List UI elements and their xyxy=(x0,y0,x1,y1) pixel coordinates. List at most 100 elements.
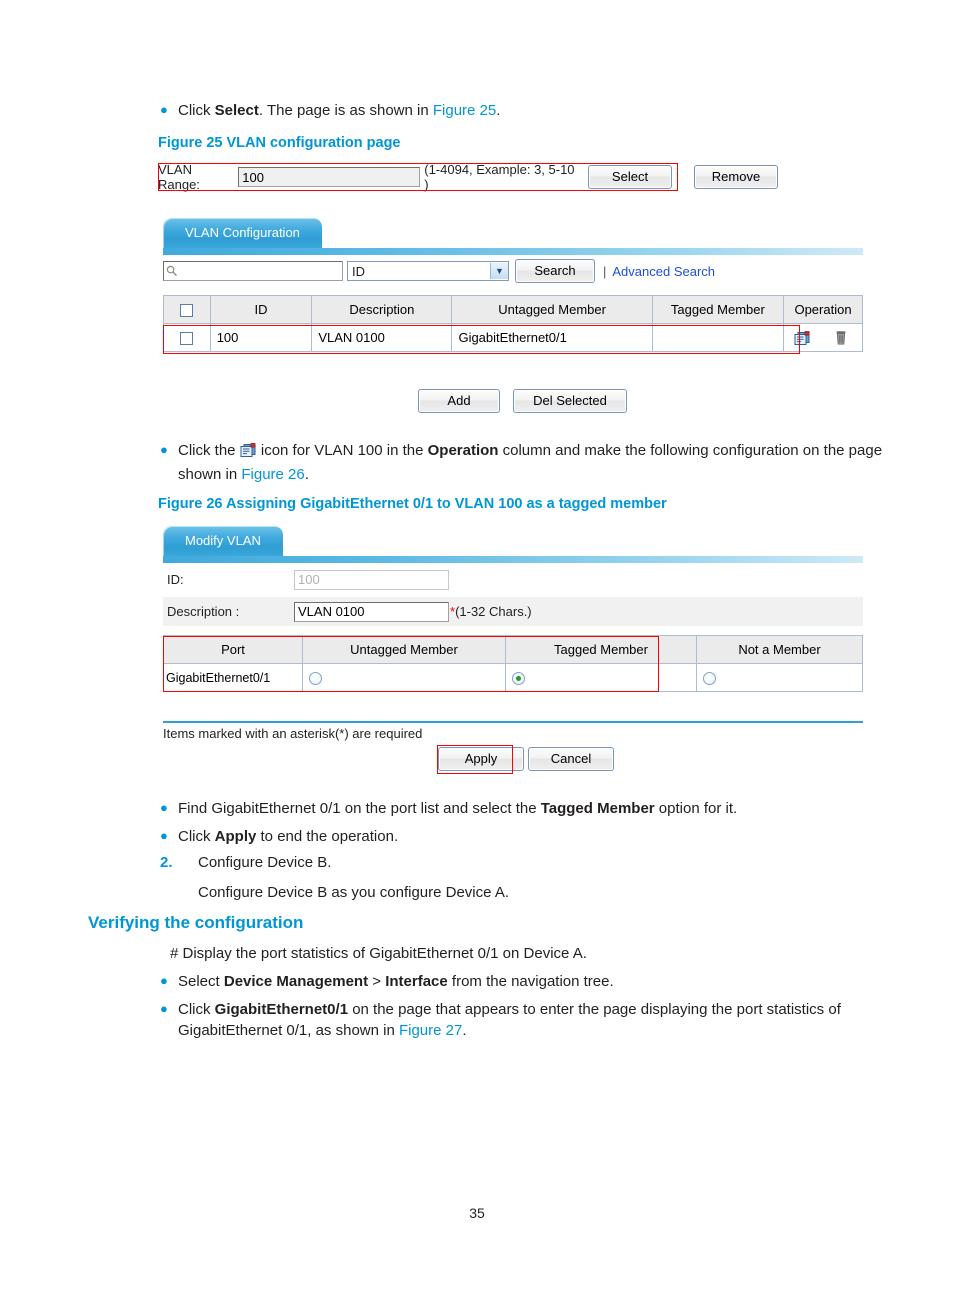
text-mid: > xyxy=(368,973,386,990)
section-heading-verifying: Verifying the configuration xyxy=(88,913,304,932)
bullet-text: Click the icon for VLAN 100 in the Opera… xyxy=(178,440,896,485)
del-selected-button[interactable]: Del Selected xyxy=(513,389,627,413)
vlan-range-label: VLAN Range: xyxy=(158,162,200,192)
vlan-table: ID Description Untagged Member Tagged Me… xyxy=(163,295,863,352)
edit-vlan-icon[interactable] xyxy=(784,330,820,346)
select-button[interactable]: Select xyxy=(588,165,672,189)
header-tagged-member: Tagged Member xyxy=(651,295,785,324)
search-input[interactable] xyxy=(163,261,343,281)
figure-25-caption: Figure 25 VLAN configuration page xyxy=(158,135,401,151)
figure-26-link[interactable]: Figure 26 xyxy=(241,466,304,483)
search-button[interactable]: Search xyxy=(515,259,595,283)
apply-button[interactable]: Apply xyxy=(438,747,524,771)
bullet-text: Click Select. The page is as shown in Fi… xyxy=(178,100,500,121)
step-text: Configure Device B. xyxy=(198,854,332,871)
text-bold: Select xyxy=(214,102,259,119)
bullet-click-select: ● Click Select. The page is as shown in … xyxy=(140,100,900,121)
radio-not-a-member[interactable] xyxy=(703,672,716,686)
port-table-header-row: Port Untagged Member Tagged Member Not a… xyxy=(163,635,863,664)
text-mid-1: icon for VLAN 100 in the xyxy=(256,442,428,459)
step-text: Find GigabitEthernet 0/1 on the port lis… xyxy=(178,798,737,819)
bullet-marker: ● xyxy=(160,1001,168,1016)
vlan-range-bar: VLAN Range: (1-4094, Example: 3, 5-10 ) … xyxy=(158,161,778,193)
header-operation: Operation xyxy=(783,295,863,324)
search-row: ID ▼ Search | Advanced Search xyxy=(163,258,863,284)
header-description: Description xyxy=(311,295,453,324)
step-click-apply: ● Click Apply to end the operation. xyxy=(140,826,900,847)
radio-untagged-member[interactable] xyxy=(309,672,322,686)
select-all-checkbox[interactable] xyxy=(180,304,194,318)
text-before: Click the xyxy=(178,442,240,459)
vlan-table-actions: Add Del Selected xyxy=(418,389,627,413)
text-before: Select xyxy=(178,973,224,990)
verify-bullet-click-port: ● Click GigabitEthernet0/1 on the page t… xyxy=(140,999,900,1041)
figure-26-caption: Figure 26 Assigning GigabitEthernet 0/1 … xyxy=(158,496,667,512)
text-bold: Tagged Member xyxy=(540,800,655,817)
id-input xyxy=(294,569,449,590)
text-before: Click xyxy=(178,1001,215,1018)
step-number: 2. xyxy=(160,854,173,871)
form-divider xyxy=(163,721,863,723)
bullet-click-edit-icon: ● Click the icon for VLAN 100 in the Ope… xyxy=(140,440,900,485)
cell-untagged-member: GigabitEthernet0/1 xyxy=(451,323,653,352)
advanced-search-link[interactable]: Advanced Search xyxy=(612,264,715,279)
cell-tagged-radio xyxy=(505,663,697,692)
text-after: option for it. xyxy=(654,800,738,817)
edit-vlan-icon xyxy=(240,442,257,464)
step-text: Click Apply to end the operation. xyxy=(178,826,398,847)
tab-vlan-configuration[interactable]: VLAN Configuration xyxy=(163,218,322,248)
remove-button[interactable]: Remove xyxy=(694,165,778,189)
tabstrip-underline xyxy=(163,248,863,255)
text-bold: Apply xyxy=(214,828,257,845)
search-field-select[interactable]: ID ▼ xyxy=(347,261,509,281)
delete-vlan-icon[interactable] xyxy=(820,330,862,346)
description-input[interactable] xyxy=(294,601,449,622)
step-find-port: ● Find GigabitEthernet 0/1 on the port l… xyxy=(140,798,900,819)
text-before: Find GigabitEthernet 0/1 on the port lis… xyxy=(178,800,541,817)
bullet-marker: ● xyxy=(160,800,168,815)
row-select-cell xyxy=(163,323,211,352)
sub-paragraph: Configure Device B as you configure Devi… xyxy=(198,884,509,901)
bullet-text: Select Device Management > Interface fro… xyxy=(178,971,614,992)
text-before: Click xyxy=(178,828,215,845)
port-membership-table: Port Untagged Member Tagged Member Not a… xyxy=(163,635,863,692)
text-before: Click xyxy=(178,102,215,119)
port-table-row: GigabitEthernet0/1 xyxy=(163,663,863,692)
cell-untagged-radio xyxy=(302,663,506,692)
header-select-all xyxy=(163,295,211,324)
radio-tagged-member[interactable] xyxy=(512,672,525,686)
header-id: ID xyxy=(209,295,313,324)
text-bold-2: Interface xyxy=(385,973,448,990)
text-after: to end the operation. xyxy=(256,828,399,845)
step-configure-device-b: 2. Configure Device B. xyxy=(140,852,900,873)
figure-25-link[interactable]: Figure 25 xyxy=(433,102,496,119)
cell-not-member-radio xyxy=(696,663,863,692)
description-label: Description : xyxy=(167,604,240,619)
required-note: Items marked with an asterisk(*) are req… xyxy=(163,726,423,741)
cancel-button[interactable]: Cancel xyxy=(528,747,614,771)
text-bold: Operation xyxy=(427,442,499,459)
bullet-marker: ● xyxy=(160,442,168,457)
vlan-range-input[interactable] xyxy=(238,167,421,187)
text-bold-1: GigabitEthernet0/1 xyxy=(214,1001,349,1018)
text-bold-1: Device Management xyxy=(223,973,369,990)
bullet-marker: ● xyxy=(160,828,168,843)
text-mid: . The page is as shown in xyxy=(258,102,433,119)
id-label: ID: xyxy=(167,572,184,587)
verify-display-line: # Display the port statistics of Gigabit… xyxy=(170,945,587,962)
figure-27-link[interactable]: Figure 27 xyxy=(399,1022,462,1039)
bullet-marker: ● xyxy=(160,102,168,117)
header-tagged-member: Tagged Member xyxy=(505,635,697,664)
tab-modify-vlan[interactable]: Modify VLAN xyxy=(163,526,283,556)
description-note: (1-32 Chars.) xyxy=(455,604,532,619)
vlan-range-hint: (1-4094, Example: 3, 5-10 ) xyxy=(424,162,575,192)
vlan-config-tabstrip: VLAN Configuration xyxy=(163,218,322,248)
cell-description: VLAN 0100 xyxy=(311,323,453,352)
bullet-text: Click GigabitEthernet0/1 on the page tha… xyxy=(178,999,896,1041)
add-button[interactable]: Add xyxy=(418,389,500,413)
table-row: 100 VLAN 0100 GigabitEthernet0/1 xyxy=(163,323,863,352)
modify-vlan-tabstrip: Modify VLAN xyxy=(163,526,283,556)
search-icon xyxy=(166,264,178,282)
row-checkbox[interactable] xyxy=(180,332,194,346)
text-after: from the navigation tree. xyxy=(447,973,614,990)
